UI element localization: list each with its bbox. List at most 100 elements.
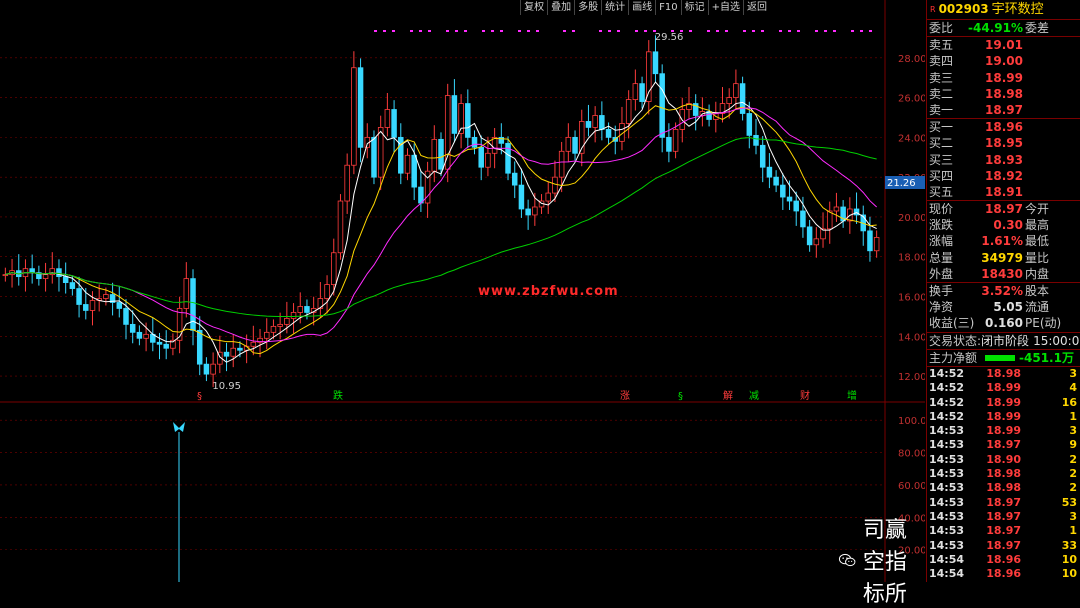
candle-body xyxy=(511,172,518,186)
asks-value: 18.98 xyxy=(985,86,1023,101)
asks-value: 19.01 xyxy=(985,38,1023,53)
candle-body xyxy=(625,99,632,124)
tick-time: 14:53 xyxy=(929,524,965,538)
current-price-label: 21.26 xyxy=(887,178,916,189)
candle-body xyxy=(813,238,820,246)
site-watermark: www.zbzfwu.com xyxy=(478,284,619,299)
quote2-label: 换手 xyxy=(929,284,954,298)
bids-row: 买五 18.91 xyxy=(927,184,1080,200)
stock-header[interactable]: R 002903 宇环数控 xyxy=(927,0,1080,19)
tick-price: 18.96 xyxy=(986,552,1021,566)
weibi-row: 委比 -44.91% 委差 xyxy=(927,19,1080,36)
signal-dot xyxy=(788,30,791,32)
candle-body xyxy=(163,343,169,349)
quote2-value: 3.52% xyxy=(981,284,1023,298)
signal-dot xyxy=(500,30,503,32)
tick-row: 14:53 18.98 2 xyxy=(927,481,1080,495)
asks-row: 卖三 18.99 xyxy=(927,70,1080,86)
signal-dot xyxy=(833,30,836,32)
bids-row: 买三 18.93 xyxy=(927,152,1080,168)
toolbar-button-8[interactable]: 返回 xyxy=(743,0,770,15)
tick-row: 14:52 18.99 16 xyxy=(927,396,1080,410)
candle-body xyxy=(29,268,35,274)
toolbar-button-5[interactable]: F10 xyxy=(655,0,681,15)
signal-dot xyxy=(743,30,746,32)
tick-row: 14:53 18.99 3 xyxy=(927,424,1080,438)
signal-dot xyxy=(680,30,683,32)
signal-dot xyxy=(860,30,863,32)
signal-dot xyxy=(869,30,872,32)
toolbar-button-1[interactable]: 叠加 xyxy=(547,0,575,15)
candle-body xyxy=(558,150,565,178)
quote-row: 外盘 18430 内盘 xyxy=(927,266,1080,282)
candle-body xyxy=(344,164,350,202)
quote-label: 涨跌 xyxy=(929,218,954,233)
bid-list: 买一 18.96 买二 18.95 买三 18.93 买四 18.92 买五 18.91 xyxy=(927,118,1080,200)
candle-body xyxy=(800,210,806,228)
asks-label: 卖二 xyxy=(929,86,954,101)
candle-body xyxy=(89,300,96,311)
signal-dot xyxy=(671,30,674,32)
tick-time: 14:53 xyxy=(929,467,965,481)
candle-body xyxy=(391,109,397,138)
signal-dot xyxy=(716,30,719,32)
tick-list[interactable]: 14:52 18.98 3 14:52 18.99 4 14:52 18.99 16 14:52 1… xyxy=(927,365,1080,582)
quote-list: 现价 18.97 今开 涨跌 0.30 最高 涨幅 1.61% 最低 总量 34979 量比 外盘 184… xyxy=(927,200,1080,282)
candle-body xyxy=(277,323,283,327)
quote2-row: 收益(三) 0.160 PE(动) xyxy=(927,315,1080,331)
bids-value: 18.95 xyxy=(985,136,1023,151)
tick-row: 14:53 18.90 2 xyxy=(927,453,1080,467)
candle-body xyxy=(190,278,196,331)
tick-row: 14:53 18.97 9 xyxy=(927,438,1080,452)
candle-body xyxy=(867,230,873,252)
candle-body xyxy=(471,136,478,148)
candle-body xyxy=(806,226,813,246)
candle-body xyxy=(337,200,344,254)
signal-dot xyxy=(689,30,692,32)
tick-time: 14:53 xyxy=(929,509,965,523)
tick-price: 18.97 xyxy=(986,538,1021,552)
tick-price: 18.97 xyxy=(986,438,1021,452)
quote-label2: 量比 xyxy=(1025,250,1050,265)
tick-volume: 2 xyxy=(1069,467,1077,481)
kline-chart[interactable]: 12.0014.0016.0018.0020.0022.0024.0026.00… xyxy=(0,0,927,582)
quote-row: 涨跌 0.30 最高 xyxy=(927,217,1080,233)
tick-price: 18.97 xyxy=(986,495,1021,509)
mainforce-row[interactable]: 主力净额 -451.1万 xyxy=(927,348,1080,366)
price-tick-label: 16.00 xyxy=(898,293,925,304)
candle-body xyxy=(371,136,377,178)
kline-chart-area[interactable]: 12.0014.0016.0018.0020.0022.0024.0026.00… xyxy=(0,0,927,607)
tick-time: 14:52 xyxy=(929,366,965,380)
trade-status-value: 闭市阶段 xyxy=(981,333,1030,348)
trade-status-time: 15:00:0 xyxy=(1033,333,1080,348)
tick-row: 14:52 18.99 1 xyxy=(927,410,1080,424)
toolbar-button-0[interactable]: 复权 xyxy=(520,0,548,15)
tick-price: 18.97 xyxy=(986,524,1021,538)
quote-panel: R 002903 宇环数控 委比 -44.91% 委差 卖五 19.01 卖四 19.… xyxy=(926,0,1080,582)
candle-body xyxy=(377,127,384,178)
tick-volume: 3 xyxy=(1069,366,1077,380)
quote2-label2: PE(动) xyxy=(1025,316,1062,331)
asks-label: 卖三 xyxy=(929,70,954,85)
tick-price: 18.97 xyxy=(986,509,1021,523)
quote2-list: 换手 3.52% 股本 净资 5.05 流通 收益(三) 0.160 PE(动) xyxy=(927,282,1080,332)
signal-dot xyxy=(653,30,656,32)
candle-body xyxy=(639,83,645,102)
quote2-label2: 流通 xyxy=(1025,300,1050,315)
tick-time: 14:53 xyxy=(929,481,965,495)
price-tick-label: 28.00 xyxy=(898,54,925,65)
signal-label: § xyxy=(197,391,202,402)
toolbar-button-6[interactable]: 标记 xyxy=(680,0,708,15)
toolbar-button-2[interactable]: 多股 xyxy=(574,0,602,15)
candle-body xyxy=(136,331,143,339)
signal-dot xyxy=(707,30,710,32)
candle-body xyxy=(733,83,739,98)
bids-value: 18.96 xyxy=(985,120,1023,135)
tick-price: 18.90 xyxy=(986,452,1021,466)
signal-dot xyxy=(392,30,395,32)
toolbar-button-4[interactable]: 画线 xyxy=(628,0,656,15)
tick-row: 14:53 18.97 33 xyxy=(927,539,1080,553)
toolbar-button-3[interactable]: 统计 xyxy=(601,0,629,15)
bids-value: 18.93 xyxy=(985,152,1023,167)
toolbar-button-7[interactable]: +自选 xyxy=(707,0,743,15)
